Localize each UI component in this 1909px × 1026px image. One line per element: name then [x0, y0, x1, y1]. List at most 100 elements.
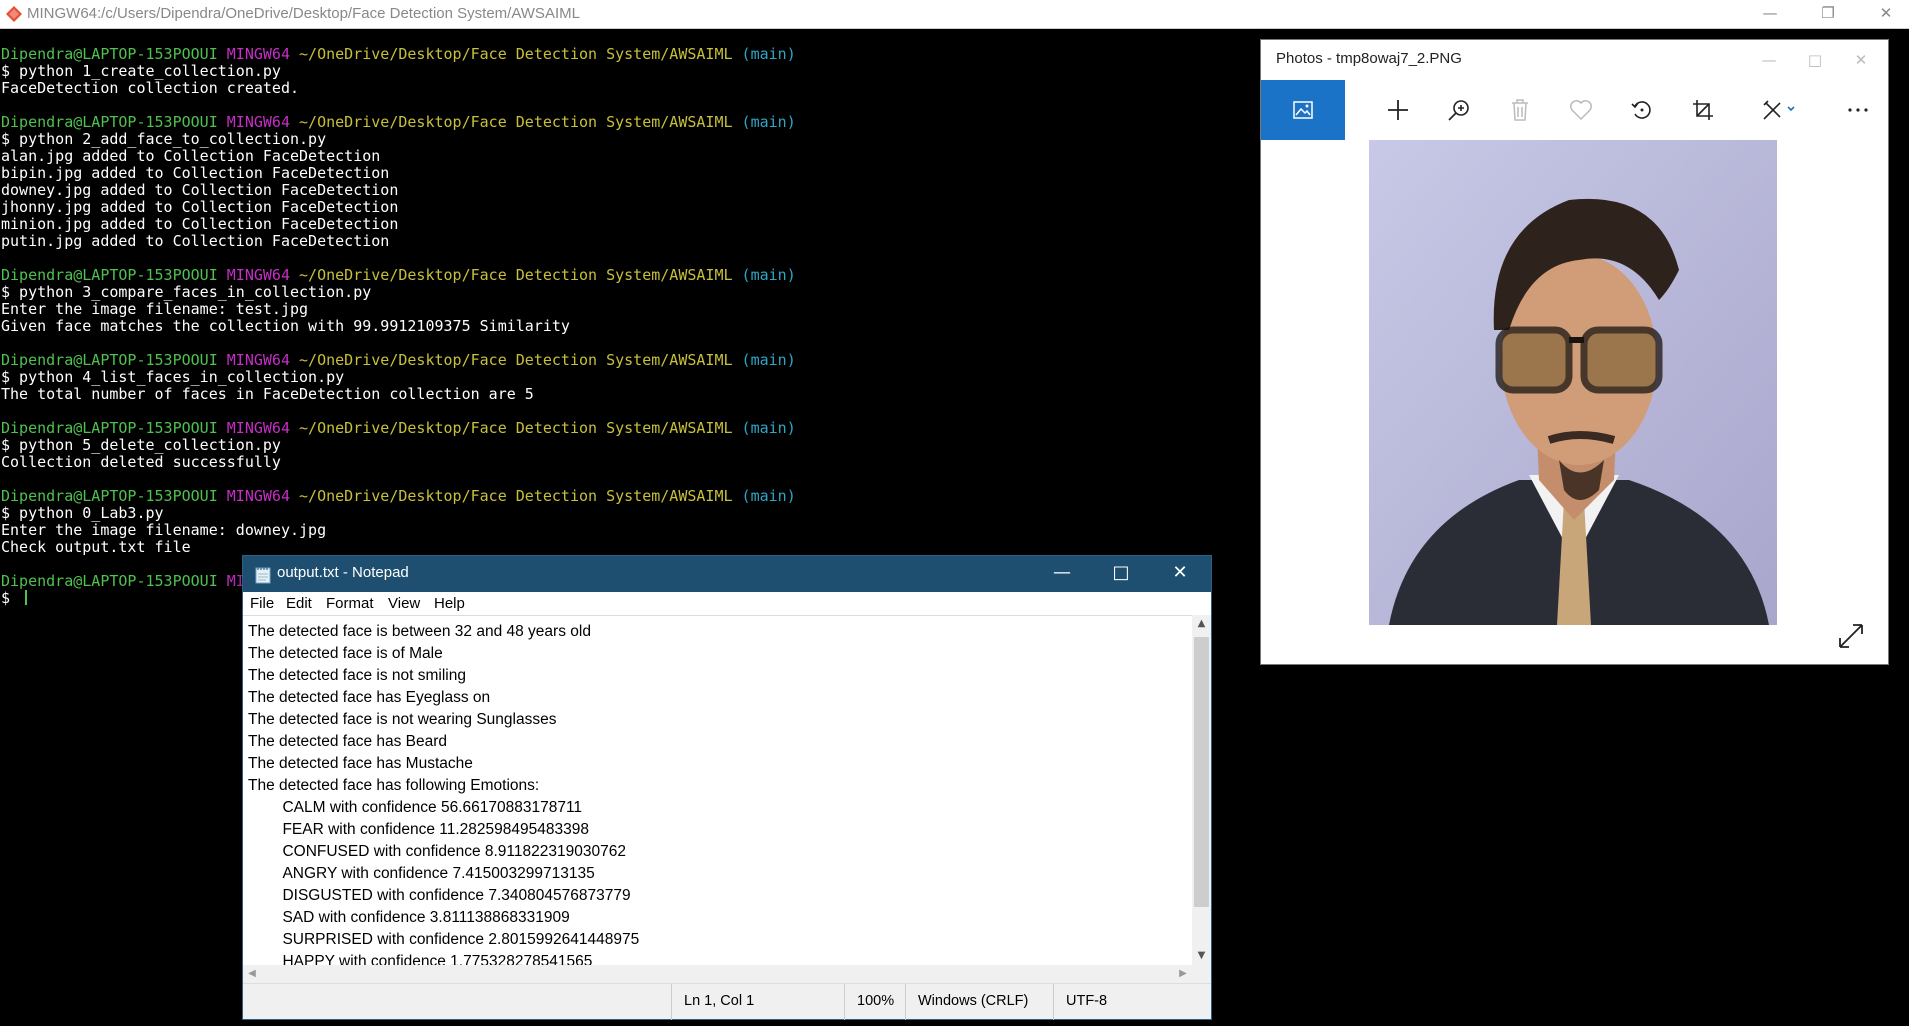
- text-line: CONFUSED with confidence 8.9118223190307…: [248, 843, 626, 860]
- prompt-shell: MINGW64: [226, 45, 290, 63]
- prompt-path: ~/OneDrive/Desktop/Face Detection System…: [299, 45, 733, 63]
- zoom-button[interactable]: [1429, 80, 1489, 140]
- output-line: alan.jpg added to Collection FaceDetecti…: [1, 147, 381, 165]
- text-line: SURPRISED with confidence 2.801599264144…: [248, 931, 640, 948]
- terminal-close-button[interactable]: ✕: [1863, 0, 1909, 29]
- text-line: The detected face has following Emotions…: [248, 777, 540, 794]
- prompt-line: Dipendra@LAPTOP-153POOUI MINGW64 ~/OneDr…: [1, 267, 796, 284]
- favorite-button[interactable]: [1551, 80, 1611, 140]
- text-line: CALM with confidence 56.66170883178711: [248, 799, 583, 816]
- crop-icon: [1693, 100, 1713, 120]
- prompt-line: Dipendra@LAPTOP-153POOUI MINGW64 ~/OneDr…: [1, 420, 796, 437]
- output-line: putin.jpg added to Collection FaceDetect…: [1, 232, 390, 250]
- scroll-up-icon[interactable]: ▲: [1192, 615, 1211, 633]
- text-line: DISGUSTED with confidence 7.340804576873…: [248, 887, 631, 904]
- output-line: The total number of faces in FaceDetecti…: [1, 385, 534, 403]
- text-line: FEAR with confidence 11.282598495483398: [248, 821, 589, 838]
- prompt-user: Dipendra@LAPTOP-153POOUI: [1, 351, 218, 369]
- add-icon: [1388, 100, 1408, 120]
- vertical-scrollbar[interactable]: ▲ ▼: [1192, 615, 1211, 965]
- more-button[interactable]: [1828, 80, 1888, 140]
- scroll-thumb[interactable]: [1194, 637, 1209, 907]
- output-line: FaceDetection collection created.: [1, 79, 300, 97]
- prompt-user: Dipendra@LAPTOP-153POOUI: [1, 113, 218, 131]
- photos-title: Photos - tmp8owaj7_2.PNG: [1276, 50, 1462, 67]
- resize-grip[interactable]: [1192, 965, 1211, 983]
- menu-help[interactable]: Help: [434, 595, 465, 612]
- prompt-user: Dipendra@LAPTOP-153POOUI: [1, 419, 218, 437]
- prompt-branch: (main): [741, 419, 796, 437]
- prompt-path: ~/OneDrive/Desktop/Face Detection System…: [299, 419, 733, 437]
- horizontal-scrollbar[interactable]: ◀ ▶: [243, 965, 1192, 983]
- scroll-down-icon[interactable]: ▼: [1192, 947, 1211, 965]
- prompt-line: Dipendra@LAPTOP-153POOUI MINGW64 ~/OneDr…: [1, 352, 796, 369]
- status-encoding: UTF-8: [1053, 984, 1211, 1020]
- more-icon: [1848, 108, 1868, 112]
- prompt-shell: MINGW64: [226, 113, 290, 131]
- scroll-right-icon[interactable]: ▶: [1174, 965, 1192, 983]
- prompt-path: ~/OneDrive/Desktop/Face Detection System…: [299, 266, 733, 284]
- text-line: The detected face is of Male: [248, 645, 443, 662]
- rotate-button[interactable]: [1612, 80, 1672, 140]
- notepad-window: output.txt - Notepad — □ ✕ File Edit For…: [243, 556, 1211, 1020]
- menu-format[interactable]: Format: [326, 595, 374, 612]
- see-all-photos-icon: [1293, 101, 1313, 119]
- prompt-path: ~/OneDrive/Desktop/Face Detection System…: [299, 113, 733, 131]
- menu-file[interactable]: File: [250, 595, 274, 612]
- output-line: Enter the image filename: downey.jpg: [1, 521, 327, 539]
- expand-icon[interactable]: [1837, 622, 1865, 650]
- command-line: $ python 5_delete_collection.py: [1, 436, 281, 454]
- prompt-line: Dipendra@LAPTOP-153POOUI MINGW64 ~/OneDr…: [1, 46, 796, 63]
- text-line: The detected face has Mustache: [248, 755, 473, 772]
- prompt-branch: (main): [741, 113, 796, 131]
- photos-maximize-button[interactable]: □: [1792, 40, 1838, 80]
- notepad-content: The detected face is between 32 and 48 y…: [248, 621, 639, 966]
- prompt-path: ~/OneDrive/Desktop/Face Detection System…: [299, 351, 733, 369]
- delete-button[interactable]: [1490, 80, 1550, 140]
- terminal-restore-button[interactable]: ❐: [1805, 0, 1851, 29]
- prompt-user: Dipendra@LAPTOP-153POOUI: [1, 45, 218, 63]
- crop-button[interactable]: [1673, 80, 1733, 140]
- text-line: SAD with confidence 3.811138868331909: [248, 909, 570, 926]
- prompt-line: Dipendra@LAPTOP-153POOUI MINGW64 ~/OneDr…: [1, 114, 796, 131]
- text-line: The detected face is not wearing Sunglas…: [248, 711, 557, 728]
- terminal-minimize-button[interactable]: —: [1747, 0, 1793, 29]
- notepad-close-button[interactable]: ✕: [1151, 556, 1209, 592]
- photos-window: Photos - tmp8owaj7_2.PNG — □ ✕: [1261, 40, 1888, 664]
- edit-icon: [1762, 100, 1795, 120]
- photos-close-button[interactable]: ✕: [1838, 40, 1884, 80]
- text-cursor: [25, 590, 28, 605]
- notepad-minimize-button[interactable]: —: [1033, 556, 1091, 592]
- scroll-left-icon[interactable]: ◀: [243, 965, 261, 983]
- see-all-photos-button[interactable]: [1261, 80, 1345, 140]
- text-line: The detected face has Beard: [248, 733, 448, 750]
- favorite-icon: [1570, 100, 1592, 120]
- output-line: bipin.jpg added to Collection FaceDetect…: [1, 164, 390, 182]
- notepad-statusbar: Ln 1, Col 1 100% Windows (CRLF) UTF-8: [243, 983, 1211, 1020]
- portrait-photo: [1369, 140, 1777, 625]
- notepad-text-area[interactable]: The detected face is between 32 and 48 y…: [243, 615, 1192, 966]
- status-line-ending: Windows (CRLF): [905, 984, 1053, 1020]
- edit-button[interactable]: [1741, 80, 1816, 140]
- status-position: Ln 1, Col 1: [671, 984, 844, 1020]
- text-line: The detected face is between 32 and 48 y…: [248, 623, 591, 640]
- menu-edit[interactable]: Edit: [286, 595, 312, 612]
- add-button[interactable]: [1368, 80, 1428, 140]
- status-zoom: 100%: [844, 984, 905, 1020]
- notepad-maximize-button[interactable]: □: [1092, 556, 1150, 592]
- prompt-shell: MINGW64: [226, 351, 290, 369]
- command-line: $ python 1_create_collection.py: [1, 62, 281, 80]
- prompt-shell: MINGW64: [226, 266, 290, 284]
- terminal-title: MINGW64:/c/Users/Dipendra/OneDrive/Deskt…: [27, 5, 580, 22]
- prompt-branch: (main): [741, 45, 796, 63]
- git-bash-icon: [6, 6, 22, 22]
- photos-minimize-button[interactable]: —: [1746, 40, 1792, 80]
- menu-view[interactable]: View: [388, 595, 420, 612]
- notepad-titlebar: output.txt - Notepad — □ ✕: [243, 556, 1211, 592]
- notepad-title: output.txt - Notepad: [277, 564, 409, 581]
